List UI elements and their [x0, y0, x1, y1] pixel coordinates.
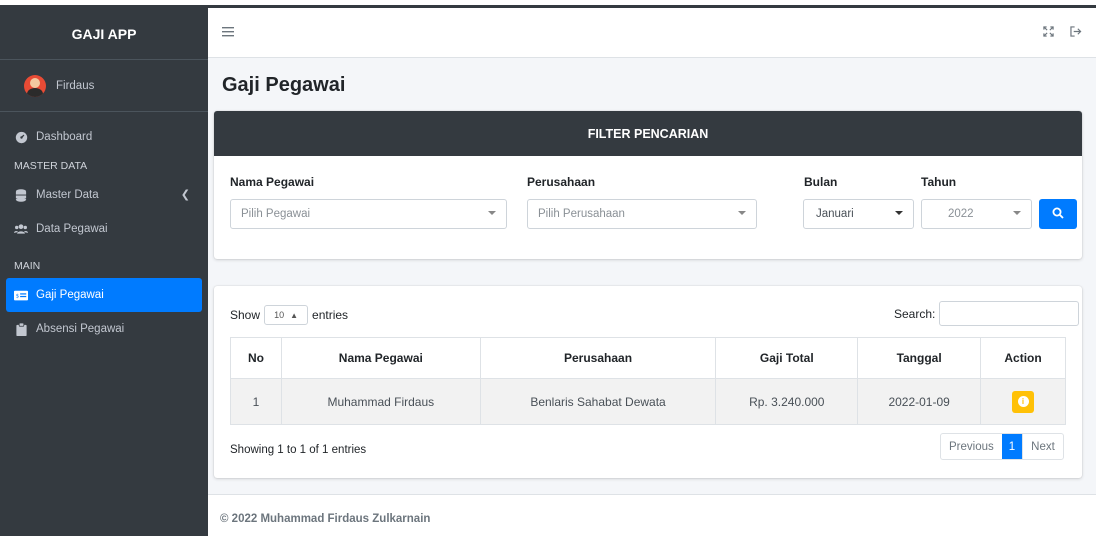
brand-title[interactable]: GAJI APP	[0, 8, 208, 60]
money-bill-icon: $	[14, 288, 28, 302]
sidebar: GAJI APP Firdaus Dashboard MASTER DATA M…	[0, 8, 208, 536]
sidebar-item-label: Data Pegawai	[36, 223, 108, 235]
search-icon	[1052, 207, 1064, 222]
nama-pegawai-select[interactable]: Pilih Pegawai	[230, 199, 507, 229]
filter-header: FILTER PENCARIAN	[214, 111, 1082, 156]
length-control: Show 10 ▲︎ entries	[230, 305, 348, 325]
nav-section-main: MAIN	[14, 260, 41, 272]
database-icon	[14, 188, 28, 202]
caret-down-icon	[488, 211, 496, 215]
search-button[interactable]	[1039, 199, 1077, 229]
chevron-left-icon[interactable]: ❮	[181, 188, 190, 201]
sidebar-item-gaji-pegawai[interactable]: $ Gaji Pegawai	[6, 278, 202, 312]
table-header-row: No Nama Pegawai Perusahaan Gaji Total Ta…	[230, 337, 1066, 379]
search-label: Search:	[894, 307, 936, 321]
caret-down-icon	[895, 211, 903, 215]
sidebar-item-data-pegawai[interactable]: Data Pegawai	[6, 212, 202, 246]
sidebar-item-label: Master Data	[36, 189, 99, 201]
footer: © 2022 Muhammad Firdaus Zulkarnain	[208, 494, 1096, 536]
avatar	[24, 74, 46, 97]
col-no[interactable]: No	[230, 337, 282, 379]
menu-icon[interactable]	[222, 26, 234, 40]
sidebar-item-label: Dashboard	[36, 131, 93, 143]
perusahaan-label: Perusahaan	[527, 175, 596, 189]
caret-down-icon	[1013, 211, 1021, 215]
cell-perusahaan: Benlaris Sahabat Dewata	[479, 378, 717, 425]
col-tanggal[interactable]: Tanggal	[857, 337, 982, 379]
table-info: Showing 1 to 1 of 1 entries	[230, 444, 367, 456]
sidebar-item-master-data[interactable]: Master Data ❮	[6, 178, 202, 212]
gaji-table: No Nama Pegawai Perusahaan Gaji Total Ta…	[230, 337, 1066, 425]
sidebar-nav: Dashboard MASTER DATA Master Data ❮ Data…	[0, 112, 208, 354]
cell-action: i	[980, 378, 1066, 425]
pagination: Previous 1 Next	[940, 433, 1064, 460]
sidebar-item-label: Gaji Pegawai	[36, 289, 104, 301]
cell-gaji: Rp. 3.240.000	[715, 378, 859, 425]
detail-button[interactable]: i	[1012, 390, 1035, 413]
col-gaji-total[interactable]: Gaji Total	[715, 337, 859, 379]
next-button[interactable]: Next	[1022, 434, 1063, 459]
users-icon	[14, 222, 28, 236]
cell-no: 1	[230, 378, 282, 425]
cell-nama: Muhammad Firdaus	[280, 378, 481, 425]
page-title: Gaji Pegawai	[222, 74, 346, 96]
nama-pegawai-label: Nama Pegawai	[230, 175, 315, 189]
sidebar-item-label: Absensi Pegawai	[36, 323, 125, 335]
tahun-label: Tahun	[921, 175, 957, 189]
logout-icon[interactable]	[1070, 25, 1082, 40]
bulan-label: Bulan	[804, 175, 838, 189]
info-icon: i	[1017, 396, 1029, 407]
page-1-button[interactable]: 1	[1001, 434, 1023, 459]
top-navbar	[208, 8, 1096, 58]
top-strip	[0, 0, 1096, 8]
dashboard-icon	[14, 130, 28, 144]
col-action[interactable]: Action	[980, 337, 1066, 379]
user-panel[interactable]: Firdaus	[0, 60, 208, 112]
sidebar-item-dashboard[interactable]: Dashboard	[6, 120, 202, 154]
table-search-input[interactable]	[939, 301, 1079, 326]
col-perusahaan[interactable]: Perusahaan	[479, 337, 717, 379]
cell-tanggal: 2022-01-09	[857, 378, 982, 425]
tahun-select[interactable]: 2022	[921, 199, 1032, 229]
sort-updown-icon: ▲︎	[290, 310, 298, 320]
previous-button[interactable]: Previous	[941, 434, 1002, 459]
caret-down-icon	[738, 211, 746, 215]
nav-section-master: MASTER DATA	[14, 160, 88, 172]
entries-select[interactable]: 10 ▲︎	[264, 305, 309, 325]
table-row: 1 Muhammad Firdaus Benlaris Sahabat Dewa…	[230, 378, 1066, 425]
clipboard-icon	[14, 322, 28, 336]
user-name: Firdaus	[56, 79, 95, 92]
bulan-select[interactable]: Januari	[803, 199, 914, 229]
fullscreen-icon[interactable]	[1043, 25, 1054, 40]
svg-text:$: $	[16, 293, 19, 299]
col-nama-pegawai[interactable]: Nama Pegawai	[280, 337, 481, 379]
sidebar-item-absensi-pegawai[interactable]: Absensi Pegawai	[6, 312, 202, 346]
perusahaan-select[interactable]: Pilih Perusahaan	[527, 199, 757, 229]
